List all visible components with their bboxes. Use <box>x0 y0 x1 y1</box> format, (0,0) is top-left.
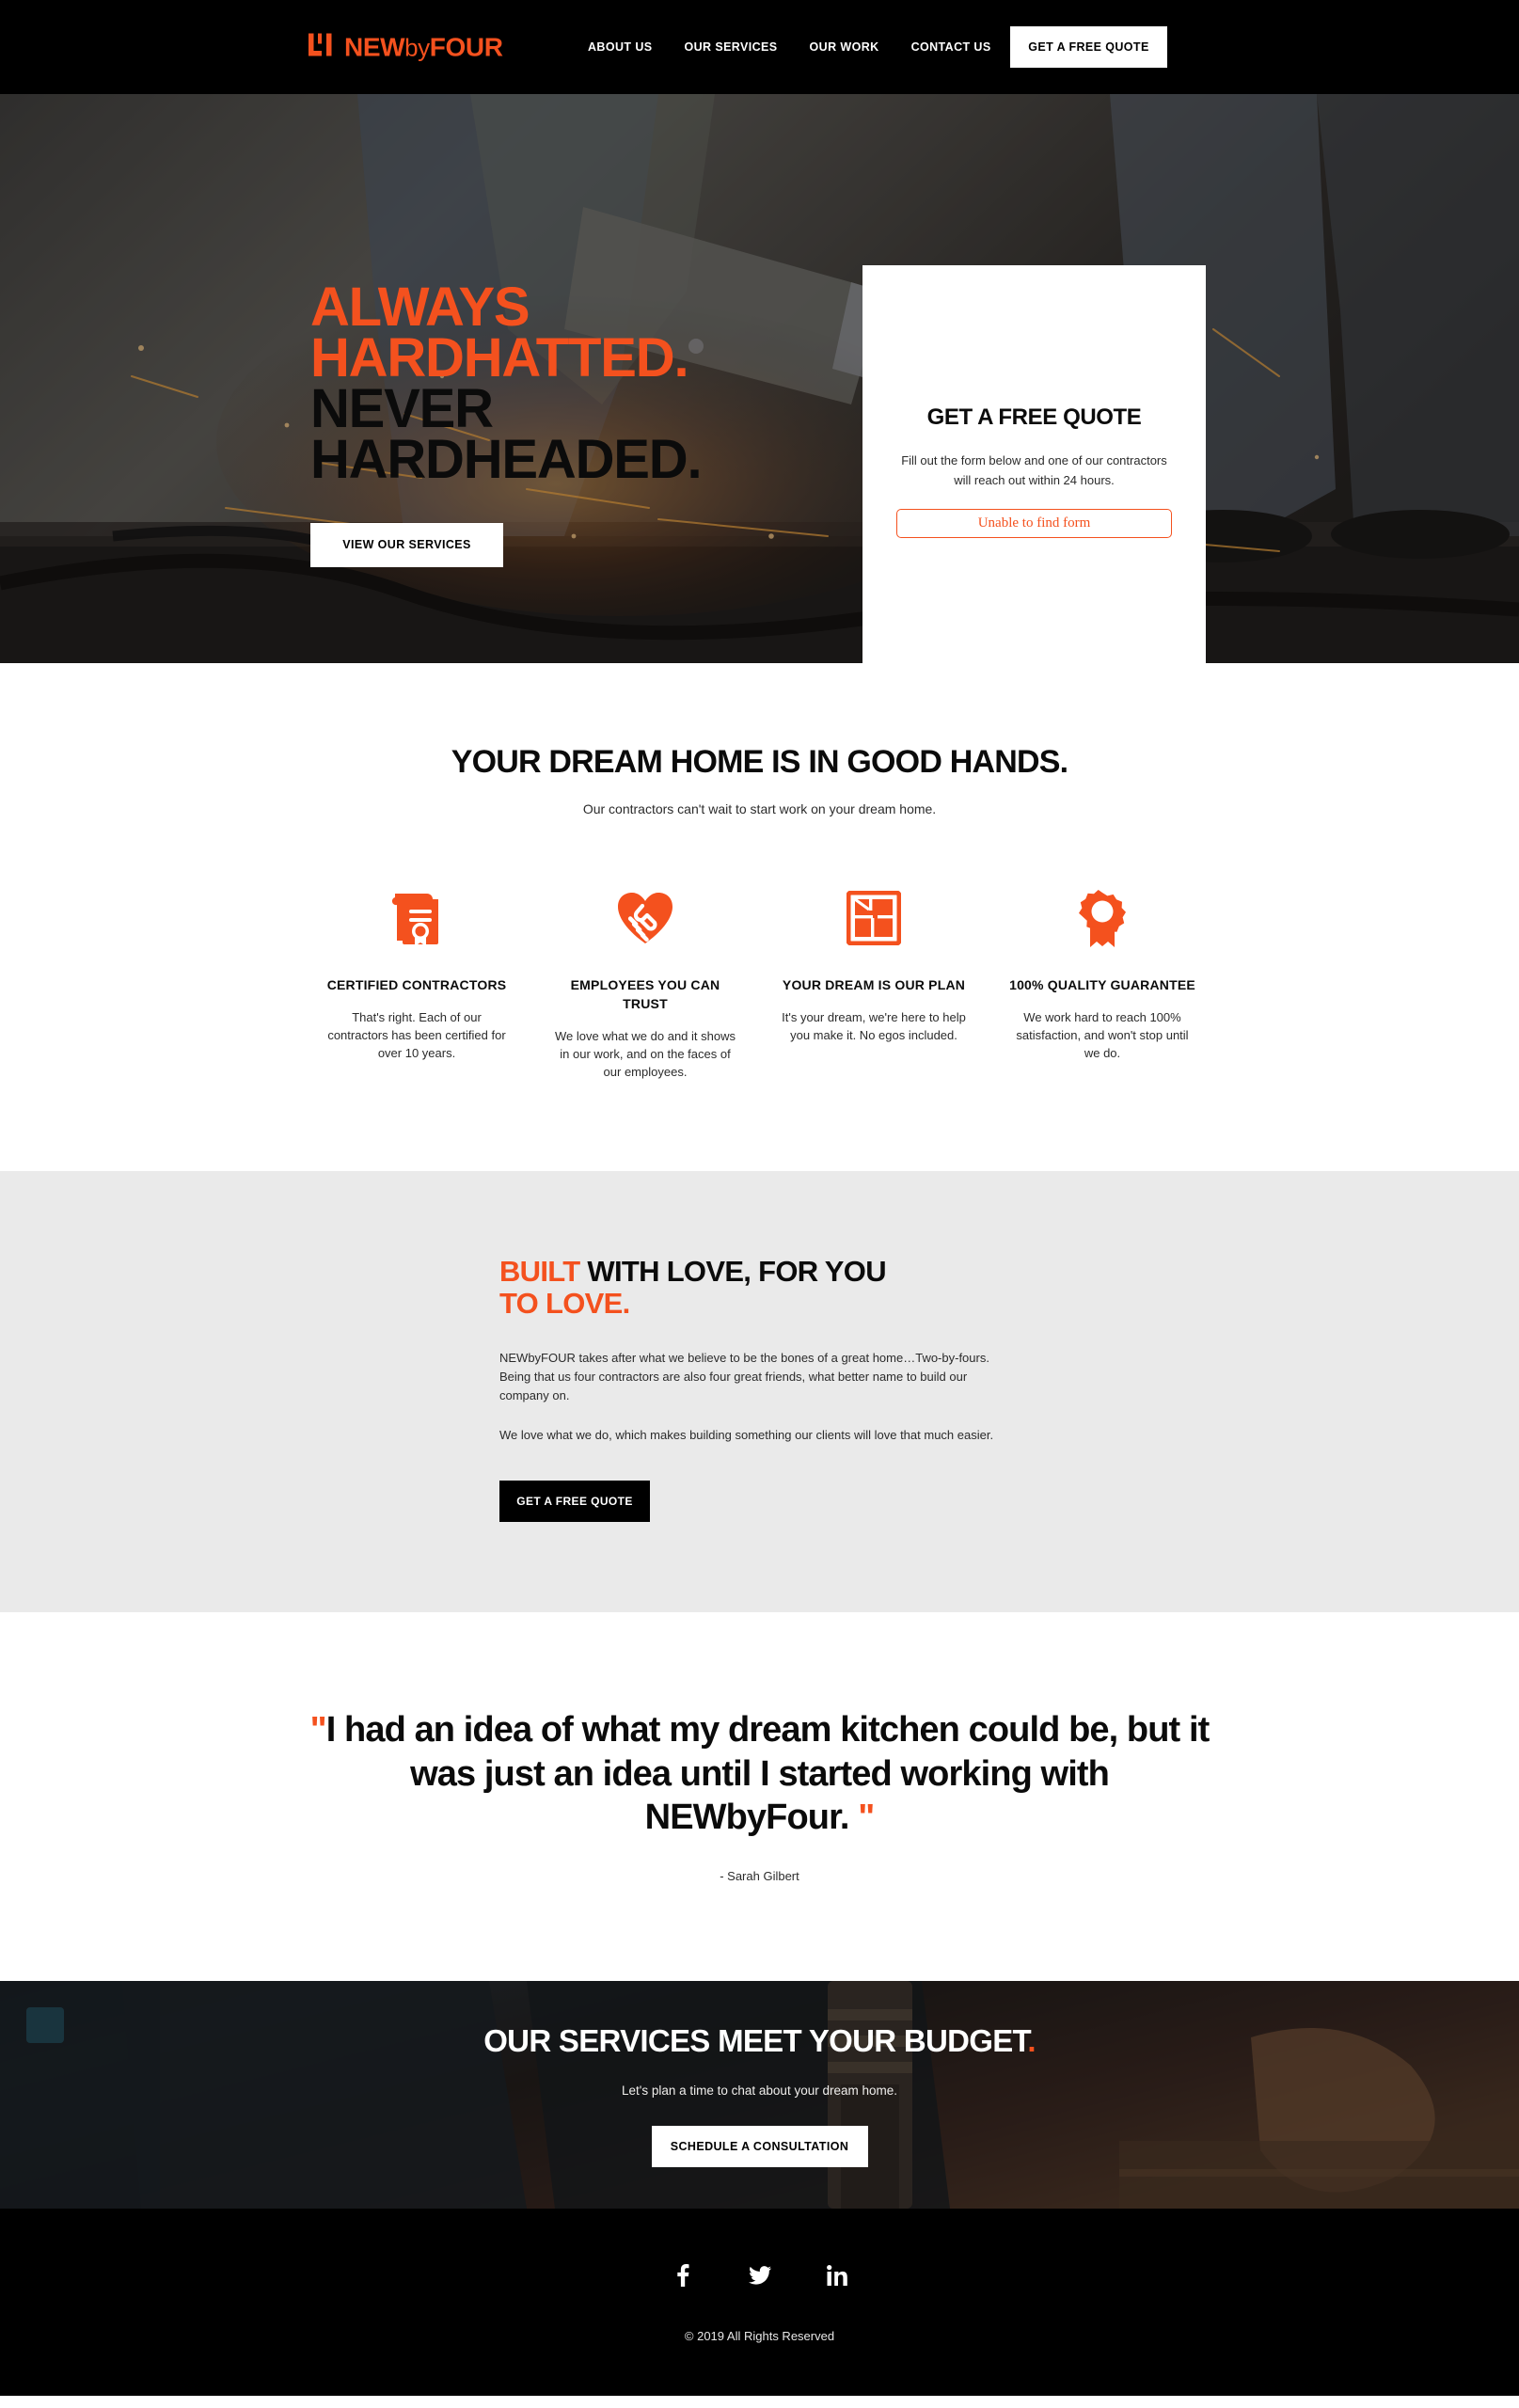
feature-heading: 100% QUALITY GUARANTEE <box>1009 977 1195 992</box>
certificate-icon <box>323 884 512 952</box>
brand-name: NEWbyFOUR <box>344 34 503 60</box>
nav-item-contact-us[interactable]: CONTACT US <box>911 40 991 54</box>
hero-section: ALWAYS HARDHATTED. NEVER HARDHEADED. VIE… <box>0 94 1519 663</box>
landing-page: NEWbyFOUR ABOUT US OUR SERVICES OUR WORK… <box>0 0 1519 2397</box>
good-hands-section: YOUR DREAM HOME IS IN GOOD HANDS. Our co… <box>0 663 1519 1172</box>
feature-heading: EMPLOYEES YOU CAN TRUST <box>570 977 720 1011</box>
nav-item-our-services[interactable]: OUR SERVICES <box>684 40 777 54</box>
budget-heading: OUR SERVICES MEET YOUR BUDGET. <box>483 2023 1036 2059</box>
brand-name-part1: NEW <box>344 32 405 61</box>
hero-quote-form-card: GET A FREE QUOTE Fill out the form below… <box>862 265 1206 663</box>
built-paragraph-2: We love what we do, which makes building… <box>499 1428 994 1443</box>
schedule-a-consultation-button[interactable]: SCHEDULE A CONSULTATION <box>651 2125 868 2167</box>
linkedin-icon[interactable] <box>825 2263 849 2288</box>
built-paragraph-1: NEWbyFOUR takes after what we believe to… <box>499 1350 989 1403</box>
hero-headline-line-3: NEVER <box>310 377 494 439</box>
copyright-text: © 2019 All Rights Reserved <box>684 2329 835 2344</box>
award-ribbon-icon <box>1008 884 1197 952</box>
feature-item-quality-guarantee: 100% QUALITY GUARANTEE We work hard to r… <box>989 884 1217 1081</box>
facebook-icon[interactable] <box>671 2263 695 2288</box>
site-footer: © 2019 All Rights Reserved <box>0 2209 1519 2397</box>
newbyfour-mark-icon <box>308 31 336 64</box>
good-hands-title: YOUR DREAM HOME IS IN GOOD HANDS. <box>451 744 1068 780</box>
social-links <box>671 2263 849 2288</box>
built-get-a-free-quote-button[interactable]: GET A FREE QUOTE <box>499 1481 650 1523</box>
feature-item-certified-contractors: CERTIFIED CONTRACTORS That's right. Each… <box>303 884 531 1081</box>
hero-headline-line-4: HARDHEADED. <box>310 428 703 490</box>
open-quote-mark: " <box>309 1710 327 1751</box>
good-hands-subtitle: Our contractors can't wait to start work… <box>582 801 937 816</box>
feature-heading: CERTIFIED CONTRACTORS <box>326 977 507 992</box>
hero-headline: ALWAYS HARDHATTED. NEVER HARDHEADED. <box>310 277 837 490</box>
hero-headline-line-1: ALWAYS <box>310 277 530 338</box>
feature-item-your-dream-is-our-plan: YOUR DREAM IS OUR PLAN It's your dream, … <box>760 884 989 1081</box>
built-heading-highlight: BUILT <box>499 1255 580 1289</box>
built-heading-rest: WITH LOVE, FOR YOU <box>579 1255 886 1289</box>
feature-body: That's right. Each of our contractors ha… <box>327 1009 506 1061</box>
site-header: NEWbyFOUR ABOUT US OUR SERVICES OUR WORK… <box>0 0 1519 94</box>
built-heading: BUILT WITH LOVE, FOR YOU TO LOVE. <box>499 1256 1007 1318</box>
brand-name-part3: FOUR <box>429 32 503 61</box>
quote-form-title: GET A FREE QUOTE <box>926 404 1142 431</box>
feature-list: CERTIFIED CONTRACTORS That's right. Each… <box>303 884 1217 1081</box>
primary-nav: ABOUT US OUR SERVICES OUR WORK CONTACT U… <box>588 40 991 54</box>
quote-form-error-message[interactable]: Unable to find form <box>896 508 1172 538</box>
budget-cta-section: OUR SERVICES MEET YOUR BUDGET. Let's pla… <box>0 1981 1519 2210</box>
close-quote-mark: " <box>858 1798 875 1838</box>
quote-form-description: Fill out the form below and one of our c… <box>901 453 1167 487</box>
testimonial-attribution: - Sarah Gilbert <box>720 1869 799 1884</box>
testimonial-text: I had an idea of what my dream kitchen c… <box>325 1710 1210 1838</box>
feature-heading: YOUR DREAM IS OUR PLAN <box>782 977 966 992</box>
nav-item-about-us[interactable]: ABOUT US <box>588 40 652 54</box>
built-heading-line2: TO LOVE. <box>499 1286 630 1320</box>
brand-logo[interactable]: NEWbyFOUR <box>308 31 503 64</box>
hero-copy: ALWAYS HARDHATTED. NEVER HARDHEADED. VIE… <box>310 277 837 567</box>
budget-heading-text: OUR SERVICES MEET YOUR BUDGET <box>483 2022 1028 2058</box>
feature-body: It's your dream, we're here to help you … <box>782 1009 966 1043</box>
feature-body: We work hard to reach 100% satisfaction,… <box>1016 1009 1189 1061</box>
hero-headline-line-2: HARDHATTED. <box>310 326 689 388</box>
feature-body: We love what we do and it shows in our w… <box>555 1028 736 1080</box>
header-get-a-free-quote-button[interactable]: GET A FREE QUOTE <box>1010 26 1167 68</box>
feature-item-employees-you-can-trust: EMPLOYEES YOU CAN TRUST We love what we … <box>531 884 760 1081</box>
view-our-services-button[interactable]: VIEW OUR SERVICES <box>310 522 503 567</box>
budget-heading-dot: . <box>1027 2022 1036 2058</box>
built-with-love-section: BUILT WITH LOVE, FOR YOU TO LOVE. NEWbyFO… <box>0 1171 1519 1613</box>
testimonial-section: "I had an idea of what my dream kitchen … <box>0 1612 1519 1982</box>
nav-item-our-work[interactable]: OUR WORK <box>810 40 879 54</box>
brand-name-part2: by <box>404 33 430 61</box>
testimonial-quote: "I had an idea of what my dream kitchen … <box>309 1708 1211 1839</box>
twitter-icon[interactable] <box>748 2263 772 2288</box>
budget-subtitle: Let's plan a time to chat about your dre… <box>622 2083 897 2098</box>
handshake-heart-icon <box>551 884 740 952</box>
floorplan-icon <box>780 884 969 952</box>
